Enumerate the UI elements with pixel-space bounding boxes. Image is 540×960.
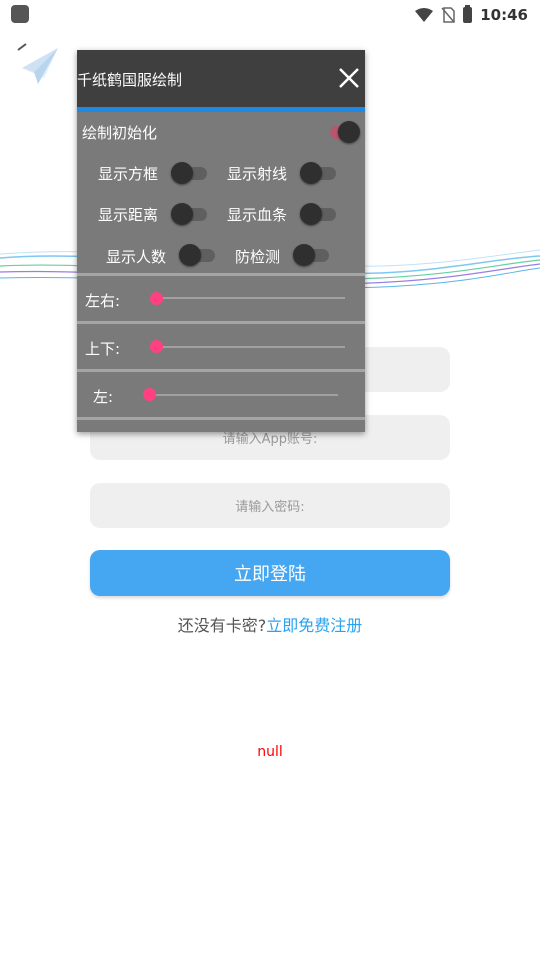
toggle-count[interactable] xyxy=(179,242,215,268)
divider xyxy=(77,369,365,372)
screen: 10:46 请输入App账号: 请输入密码: 立即登陆 还没有卡密?立即免费注册… xyxy=(0,0,540,960)
toggle-thumb xyxy=(171,162,193,184)
status-icons: 10:46 xyxy=(415,4,528,26)
toggle-label-box: 显示方框 xyxy=(98,165,159,183)
panel-title: 千纸鹤国服绘制 xyxy=(77,71,183,89)
overlay-panel: 千纸鹤国服绘制 绘制初始化 显示方框 显示射线 显示距离 显示血条 显示人数 防… xyxy=(77,50,365,432)
toggle-label-distance: 显示距离 xyxy=(98,206,159,224)
slider-up-down[interactable] xyxy=(156,346,345,348)
login-button-label: 立即登陆 xyxy=(234,564,306,585)
slider-label-left: 左: xyxy=(93,388,114,406)
slider-left-right[interactable] xyxy=(156,297,345,299)
toggle-thumb xyxy=(179,244,201,266)
wifi-icon xyxy=(415,8,434,22)
debug-text: null xyxy=(257,744,283,760)
no-card-text: 还没有卡密? xyxy=(177,616,267,635)
no-sim-icon xyxy=(441,7,455,23)
battery-icon xyxy=(463,5,473,23)
app-notification-icon xyxy=(11,5,29,23)
password-placeholder: 请输入密码: xyxy=(235,500,305,515)
toggle-ray[interactable] xyxy=(300,160,336,186)
paper-plane-logo-icon xyxy=(17,43,58,84)
toggle-thumb xyxy=(293,244,315,266)
toggle-thumb xyxy=(338,121,360,143)
toggle-thumb xyxy=(171,203,193,225)
toggle-label-health: 显示血条 xyxy=(227,206,288,224)
register-link[interactable]: 立即免费注册 xyxy=(266,616,362,635)
toggle-distance[interactable] xyxy=(171,201,207,227)
password-input[interactable]: 请输入密码: xyxy=(90,483,450,528)
slider-label-left-right: 左右: xyxy=(85,292,121,310)
status-bar: 10:46 xyxy=(0,0,540,30)
clock: 10:46 xyxy=(480,6,528,24)
init-toggle[interactable] xyxy=(324,119,360,145)
toggle-label-anti-detect: 防检测 xyxy=(235,248,281,266)
panel-accent-bar xyxy=(77,107,365,112)
login-button[interactable]: 立即登陆 xyxy=(90,550,450,596)
slider-label-up-down: 上下: xyxy=(85,340,121,358)
toggle-label-ray: 显示射线 xyxy=(227,165,288,183)
toggle-label-count: 显示人数 xyxy=(106,248,167,266)
close-icon[interactable] xyxy=(337,66,361,90)
divider xyxy=(77,273,365,276)
toggle-box[interactable] xyxy=(171,160,207,186)
slider-thumb-left-right[interactable] xyxy=(150,292,163,305)
slider-thumb-left[interactable] xyxy=(143,388,156,401)
toggle-health[interactable] xyxy=(300,201,336,227)
init-label: 绘制初始化 xyxy=(82,124,158,142)
slider-thumb-up-down[interactable] xyxy=(150,340,163,353)
divider xyxy=(77,417,365,420)
toggle-anti-detect[interactable] xyxy=(293,242,329,268)
register-prompt: 还没有卡密?立即免费注册 xyxy=(0,612,540,636)
divider xyxy=(77,321,365,324)
panel-header: 千纸鹤国服绘制 xyxy=(77,50,365,107)
toggle-thumb xyxy=(300,162,322,184)
slider-left[interactable] xyxy=(149,394,338,396)
toggle-thumb xyxy=(300,203,322,225)
